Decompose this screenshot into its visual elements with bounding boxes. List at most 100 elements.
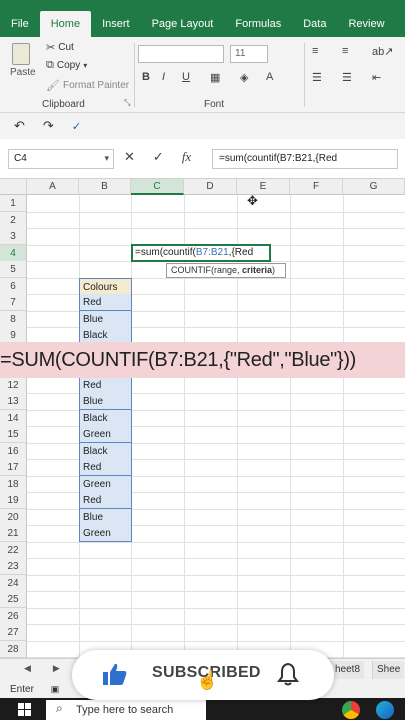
colour-cell[interactable]: Red	[79, 294, 132, 311]
font-name-select[interactable]	[138, 45, 224, 63]
bell-icon[interactable]	[277, 662, 299, 686]
copy-icon: ⧉	[46, 59, 54, 71]
row-header[interactable]: 25	[0, 591, 27, 608]
borders-icon[interactable]: ▦	[210, 71, 220, 84]
colour-cell[interactable]: Blue	[79, 310, 132, 328]
windows-start-icon[interactable]	[18, 703, 31, 716]
column-header-b[interactable]: B	[79, 179, 131, 195]
macro-record-icon[interactable]: ▣	[51, 684, 60, 694]
tab-page-layout[interactable]: Page Layout	[141, 0, 225, 37]
cut-button[interactable]: ✂ Cut	[46, 41, 74, 54]
cancel-icon[interactable]: ✕	[124, 149, 135, 165]
colour-cell[interactable]: Green	[79, 475, 132, 493]
sheet-tab-8[interactable]: heet8	[330, 661, 365, 679]
insert-function-icon[interactable]: fx	[182, 149, 191, 165]
indent-icon[interactable]: ⇤	[372, 71, 381, 84]
bold-icon[interactable]: B	[142, 71, 150, 83]
column-header-g[interactable]: G	[343, 179, 405, 195]
name-box[interactable]: C4 ▾	[8, 149, 114, 169]
column-header-d[interactable]: D	[184, 179, 237, 195]
column-header-f[interactable]: F	[290, 179, 343, 195]
copy-button[interactable]: ⧉ Copy ▾	[46, 59, 87, 72]
row-header[interactable]: 19	[0, 492, 27, 509]
function-tooltip: COUNTIF(range, criteria)	[166, 263, 286, 278]
chrome-icon[interactable]	[342, 701, 360, 719]
underline-icon[interactable]: U	[182, 71, 190, 83]
sheet-next-icon[interactable]: ▶	[53, 663, 60, 674]
sheet-prev-icon[interactable]: ◀	[24, 663, 31, 674]
edge-icon[interactable]	[376, 701, 394, 719]
row-header[interactable]: 2	[0, 211, 27, 229]
row-header[interactable]: 14	[0, 409, 27, 427]
colour-cell[interactable]: Red	[79, 492, 132, 509]
tab-review[interactable]: Review	[337, 0, 395, 37]
spelling-icon[interactable]: ✓	[72, 120, 81, 133]
tab-file[interactable]: File	[0, 0, 40, 37]
dialog-launcher-icon[interactable]: ⤡	[124, 98, 130, 108]
active-cell-c4[interactable]: =sum(countif(B7:B21,{Red	[131, 244, 271, 262]
thumbs-up-icon[interactable]	[102, 662, 128, 686]
row-header[interactable]: 8	[0, 310, 27, 328]
row-header[interactable]: 12	[0, 376, 27, 394]
row-header[interactable]: 21	[0, 525, 27, 542]
format-painter-button[interactable]: 🖌 Format Painter	[46, 79, 129, 92]
font-size-select[interactable]: 11	[230, 45, 268, 63]
column-header-c[interactable]: C	[131, 179, 184, 195]
row-header[interactable]: 5	[0, 261, 27, 278]
paste-icon[interactable]	[12, 43, 30, 65]
orientation-icon[interactable]: ab↗	[372, 45, 393, 58]
select-all-corner[interactable]	[0, 179, 27, 195]
row-header[interactable]: 24	[0, 574, 27, 592]
colour-cell[interactable]: Red	[79, 459, 132, 476]
tab-formulas[interactable]: Formulas	[224, 0, 292, 37]
colour-cell[interactable]: Green	[79, 426, 132, 443]
row-header[interactable]: 4	[0, 244, 27, 262]
worksheet-grid[interactable]: A B C D E F G 12345678910111213141516171…	[0, 179, 405, 661]
colour-cell[interactable]: Red	[79, 376, 132, 394]
row-header[interactable]: 16	[0, 442, 27, 460]
row-header[interactable]: 23	[0, 558, 27, 575]
row-header[interactable]: 15	[0, 426, 27, 443]
row-header[interactable]: 17	[0, 459, 27, 476]
align-top-icon[interactable]: ≡	[312, 45, 318, 57]
row-header[interactable]: 18	[0, 475, 27, 493]
column-header-e[interactable]: E	[237, 179, 290, 195]
row-header[interactable]: 13	[0, 393, 27, 410]
sheet-tab-9[interactable]: Shee	[372, 661, 405, 679]
row-header[interactable]: 22	[0, 541, 27, 559]
quick-access-toolbar: ↶ ↷ ✓	[0, 113, 405, 139]
row-header[interactable]: 7	[0, 294, 27, 311]
align-center-icon[interactable]: ☰	[342, 71, 352, 84]
row-header[interactable]: 26	[0, 607, 27, 625]
colour-cell[interactable]: Green	[79, 525, 132, 542]
gridline	[27, 607, 405, 609]
colour-cell[interactable]: Blue	[79, 508, 132, 526]
column-header-a[interactable]: A	[27, 179, 79, 195]
colour-cell[interactable]: Black	[79, 409, 132, 427]
formula-input[interactable]: =sum(countif(B7:B21,{Red	[212, 149, 398, 169]
fill-color-icon[interactable]: ◈	[240, 71, 248, 84]
redo-icon[interactable]: ↷	[43, 118, 54, 134]
align-left-icon[interactable]: ☰	[312, 71, 322, 84]
row-header[interactable]: 1	[0, 195, 27, 212]
colours-header-cell[interactable]: Colours	[79, 277, 132, 295]
tab-data[interactable]: Data	[292, 0, 337, 37]
italic-icon[interactable]: I	[162, 71, 165, 83]
row-header[interactable]: 3	[0, 228, 27, 245]
row-header[interactable]: 6	[0, 277, 27, 295]
chevron-down-icon[interactable]: ▾	[104, 153, 109, 164]
tab-home[interactable]: Home	[39, 11, 92, 37]
subscribe-overlay[interactable]: SUBSCRIBED ☝	[72, 650, 334, 700]
tab-insert[interactable]: Insert	[91, 0, 141, 37]
align-middle-icon[interactable]: ≡	[342, 45, 348, 57]
row-header[interactable]: 28	[0, 640, 27, 658]
paste-button[interactable]: Paste	[10, 67, 36, 78]
font-color-icon[interactable]: A	[266, 71, 273, 83]
colour-cell[interactable]: Black	[79, 442, 132, 460]
colour-cell[interactable]: Blue	[79, 393, 132, 410]
row-header[interactable]: 20	[0, 508, 27, 526]
row-header[interactable]: 27	[0, 624, 27, 641]
confirm-icon[interactable]: ✓	[153, 149, 164, 165]
taskbar-search[interactable]: Type here to search	[46, 700, 206, 720]
undo-icon[interactable]: ↶	[14, 118, 25, 134]
